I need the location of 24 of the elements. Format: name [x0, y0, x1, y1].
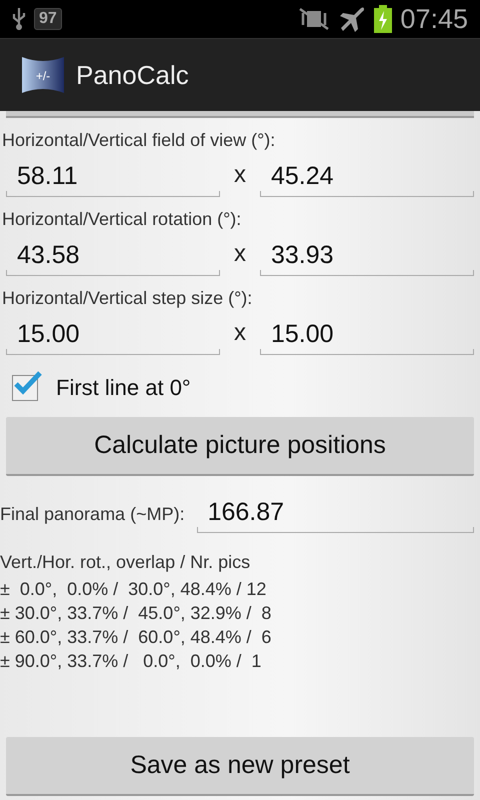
app-icon[interactable]: +/- [22, 57, 64, 93]
field-label: Horizontal/Vertical step size (°): [2, 288, 254, 309]
save-preset-button[interactable]: Save as new preset [6, 737, 474, 796]
result-line: ± 0.0°, 0.0% / 30.0°, 48.4% / 12 [0, 578, 268, 601]
result-line: ± 90.0°, 33.7% / 0.0°, 0.0% / 1 [0, 650, 262, 673]
field-label: Horizontal/Vertical field of view (°): [2, 130, 276, 151]
final-panorama-label: Final panorama (~MP): [0, 504, 185, 526]
times-sign: x [233, 319, 247, 348]
checkbox-label[interactable]: First line at 0° [56, 375, 191, 401]
times-sign: x [233, 240, 247, 269]
clock: 07:45 [400, 4, 468, 34]
results-header: Vert./Hor. rot., overlap / Nr. pics [0, 551, 252, 574]
vibrate-off-icon [298, 7, 330, 31]
notification-count: 97 [34, 8, 62, 30]
result-line: ± 60.0°, 33.7% / 60.0°, 48.4% / 6 [0, 626, 272, 649]
battery-charging-icon [374, 5, 392, 33]
scrolled-button[interactable] [6, 111, 474, 118]
usb-icon [12, 8, 26, 30]
times-sign: x [233, 161, 247, 190]
calculate-button[interactable]: Calculate picture positions [6, 417, 474, 476]
airplane-icon [338, 6, 366, 32]
app-title: PanoCalc [76, 60, 189, 90]
result-line: ± 30.0°, 33.7% / 45.0°, 32.9% / 8 [0, 602, 272, 625]
field-label: Horizontal/Vertical rotation (°): [2, 209, 242, 230]
